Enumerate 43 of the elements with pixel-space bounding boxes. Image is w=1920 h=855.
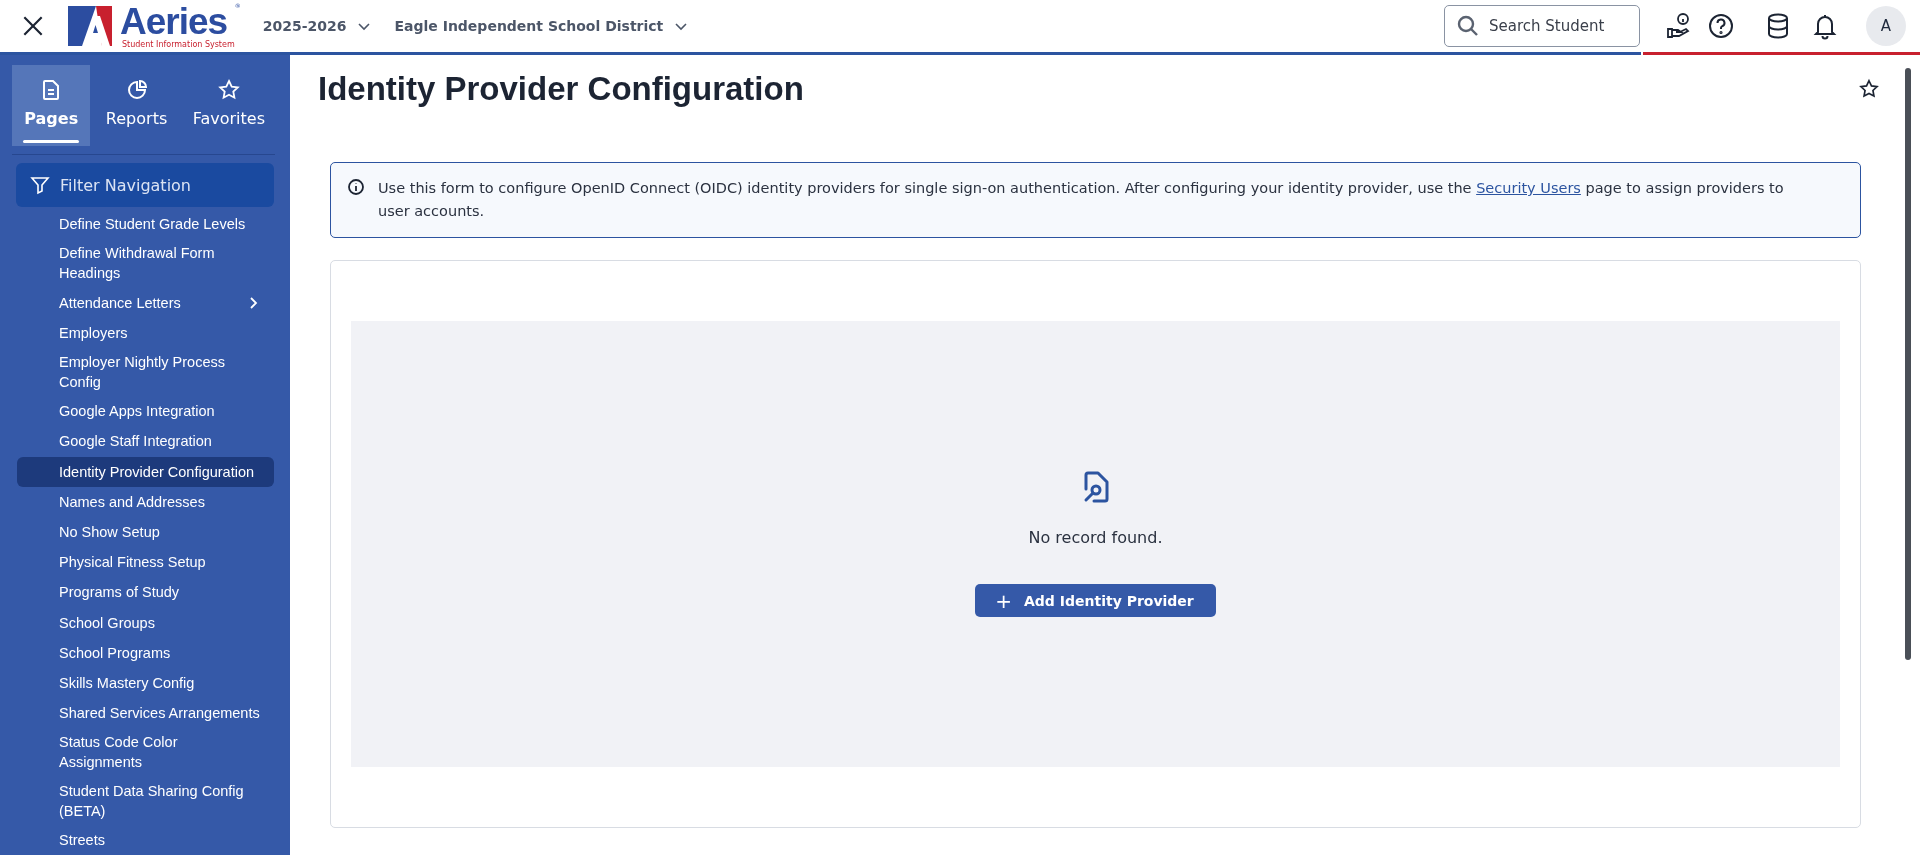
- nav-item[interactable]: Define Withdrawal Form Headings: [17, 239, 274, 288]
- nav-item[interactable]: Google Apps Integration: [17, 396, 274, 427]
- logo-tagline: Student Information System: [122, 41, 235, 49]
- nav-item[interactable]: Employer Nightly Process Config: [17, 347, 274, 397]
- info-icon: [347, 178, 365, 196]
- search-icon: [1456, 14, 1480, 38]
- page-title: Identity Provider Configuration: [318, 70, 804, 108]
- nav-item[interactable]: Physical Fitness Setup: [17, 547, 274, 578]
- nav-item[interactable]: Programs of Study: [17, 577, 274, 608]
- nav-item[interactable]: School Groups: [17, 607, 274, 638]
- info-text: Use this form to configure OpenID Connect (OIDC) identity providers for single sign-on authentication. After configuring your identity provider, use the Security Users page to assign providers to user accounts.: [378, 179, 1785, 221]
- year-selector[interactable]: 2025-2026: [262, 18, 347, 34]
- help-icon[interactable]: [1707, 12, 1735, 40]
- star-icon[interactable]: [1858, 78, 1880, 100]
- search-field[interactable]: Search Student: [1444, 5, 1640, 47]
- user-avatar[interactable]: A: [1866, 6, 1906, 46]
- filter-icon: [30, 175, 50, 195]
- scrollbar[interactable]: [1905, 68, 1911, 660]
- nav-item[interactable]: No Show Setup: [17, 516, 274, 548]
- nav-item[interactable]: Employers: [17, 317, 274, 348]
- sidebar-tab[interactable]: Reports: [90, 65, 183, 146]
- sidebar-tab[interactable]: Favorites: [182, 65, 275, 146]
- nav-item[interactable]: Student Data Sharing Config (BETA): [17, 776, 274, 825]
- add-identity-provider-button[interactable]: + Add Identity Provider: [975, 584, 1216, 617]
- logo-icon: [66, 4, 114, 48]
- nav-item[interactable]: Skills Mastery Config: [17, 667, 274, 698]
- security-users-link[interactable]: Security Users: [1476, 180, 1581, 196]
- bell-icon[interactable]: [1811, 12, 1839, 40]
- nav-item[interactable]: Status Code Color Assignments: [17, 728, 274, 777]
- nav-item[interactable]: Google Staff Integration: [17, 426, 274, 457]
- nav-item[interactable]: School Programs: [17, 637, 274, 668]
- empty-message: No record found.: [1028, 528, 1163, 547]
- nav-item[interactable]: Define Student Grade Levels: [17, 209, 274, 240]
- nav-item[interactable]: Names and Addresses: [17, 486, 274, 517]
- nav-item[interactable]: Attendance Letters: [17, 287, 274, 318]
- nav-item[interactable]: Identity Provider Configuration: [17, 456, 274, 487]
- filter-field[interactable]: Filter Navigation: [16, 163, 274, 207]
- nav-item[interactable]: Shared Services Arrangements: [17, 697, 274, 729]
- star-icon: [216, 77, 241, 102]
- district-selector[interactable]: Eagle Independent School District: [394, 18, 664, 34]
- logo-name: Aeries: [120, 3, 228, 40]
- sidebar-tab[interactable]: Pages: [12, 65, 91, 146]
- nav-item[interactable]: Streets: [17, 824, 274, 855]
